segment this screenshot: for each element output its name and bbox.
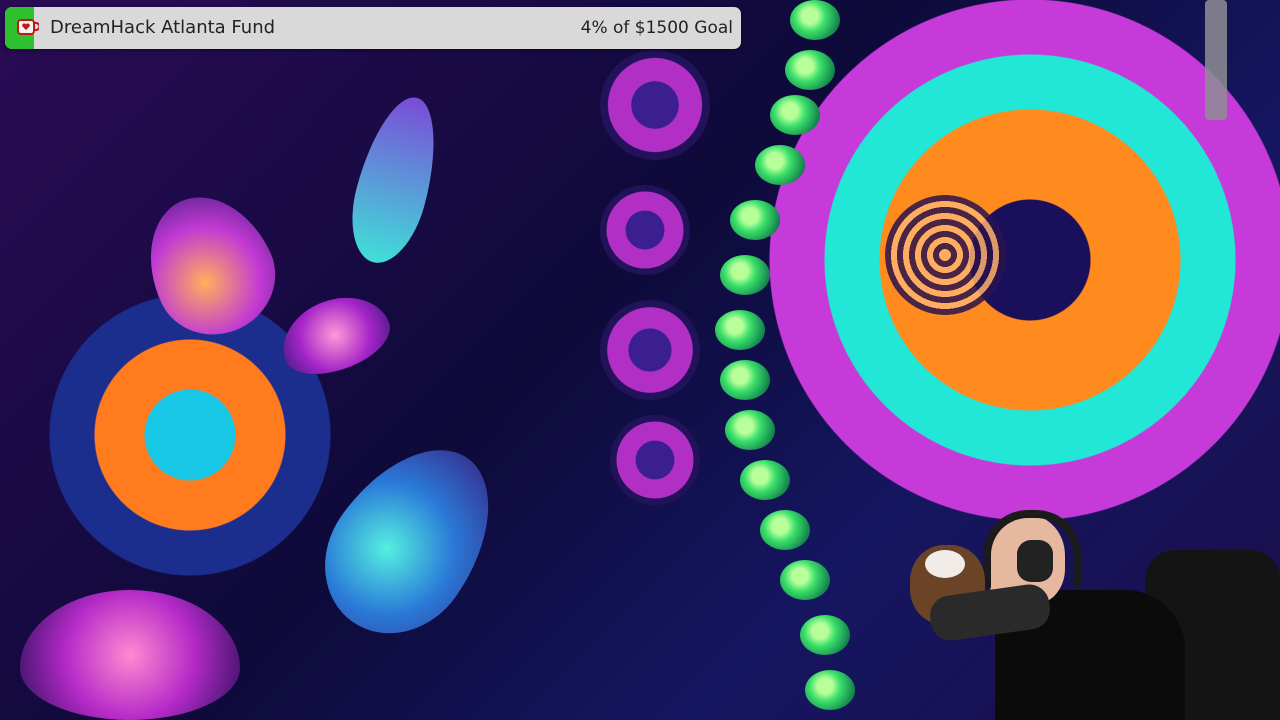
petal	[20, 590, 240, 720]
spiral-center	[885, 195, 1005, 315]
goal-progress-text: 4% of $1500 Goal	[580, 18, 733, 38]
tip-jar-icon	[17, 18, 39, 38]
purple-spiral	[600, 50, 710, 160]
plush-face	[925, 550, 965, 578]
purple-spiral	[600, 185, 690, 275]
headphone-cup	[1017, 540, 1053, 582]
petal	[339, 88, 451, 272]
petal	[126, 176, 294, 354]
donation-goal-bar: DreamHack Atlanta Fund 4% of $1500 Goal	[5, 7, 741, 49]
goal-title: DreamHack Atlanta Fund	[50, 17, 276, 38]
petal	[271, 283, 399, 387]
mic-stand	[1205, 0, 1227, 120]
green-bead-column	[710, 0, 855, 720]
petal	[295, 417, 525, 663]
purple-spiral	[610, 415, 700, 505]
purple-spiral	[600, 300, 700, 400]
webcam-overlay	[905, 505, 1280, 720]
